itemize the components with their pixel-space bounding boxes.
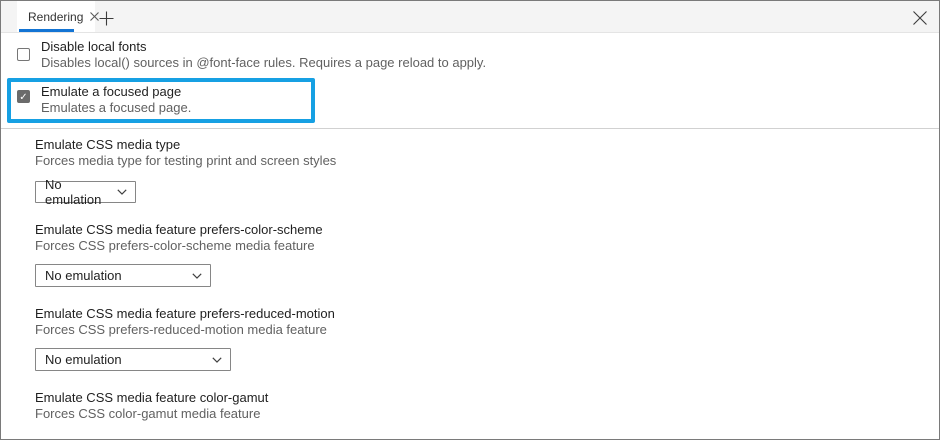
disable-local-fonts-description: Disables local() sources in @font-face r… [41, 55, 486, 71]
plus-icon [99, 11, 114, 26]
chevron-down-icon [192, 273, 202, 279]
prefers-reduced-motion-label: Emulate CSS media feature prefers-reduce… [35, 306, 335, 322]
emulate-focused-page-description: Emulates a focused page. [41, 100, 191, 116]
prefers-color-scheme-select-value: No emulation [45, 268, 122, 283]
media-type-select-value: No emulation [45, 177, 109, 207]
media-type-description: Forces media type for testing print and … [35, 153, 336, 169]
rendering-panel: Rendering Disable local fonts Disables l… [0, 0, 940, 440]
emulate-focused-page-label: Emulate a focused page [41, 84, 181, 100]
prefers-reduced-motion-description: Forces CSS prefers-reduced-motion media … [35, 322, 327, 338]
emulate-focused-page-checkbox[interactable]: ✓ [17, 90, 30, 103]
prefers-reduced-motion-select[interactable]: No emulation [35, 348, 231, 371]
tab-rendering-label: Rendering [28, 10, 83, 24]
panel-close-button[interactable] [909, 7, 931, 29]
prefers-color-scheme-label: Emulate CSS media feature prefers-color-… [35, 222, 323, 238]
prefers-color-scheme-description: Forces CSS prefers-color-scheme media fe… [35, 238, 315, 254]
checkmark-icon: ✓ [19, 92, 27, 103]
chevron-down-icon [117, 189, 127, 195]
disable-local-fonts-checkbox[interactable] [17, 48, 30, 61]
color-gamut-description: Forces CSS color-gamut media feature [35, 406, 260, 422]
chevron-down-icon [212, 357, 222, 363]
new-tab-button[interactable] [96, 8, 116, 28]
close-icon [913, 11, 927, 25]
disable-local-fonts-label: Disable local fonts [41, 39, 147, 55]
color-gamut-label: Emulate CSS media feature color-gamut [35, 390, 268, 406]
media-type-select[interactable]: No emulation [35, 181, 136, 203]
prefers-reduced-motion-select-value: No emulation [45, 352, 122, 367]
media-type-label: Emulate CSS media type [35, 137, 180, 153]
section-divider [1, 128, 939, 129]
prefers-color-scheme-select[interactable]: No emulation [35, 264, 211, 287]
drawer-tab-bar: Rendering [1, 1, 939, 33]
tab-rendering[interactable]: Rendering [17, 1, 95, 32]
active-tab-indicator [19, 29, 74, 32]
